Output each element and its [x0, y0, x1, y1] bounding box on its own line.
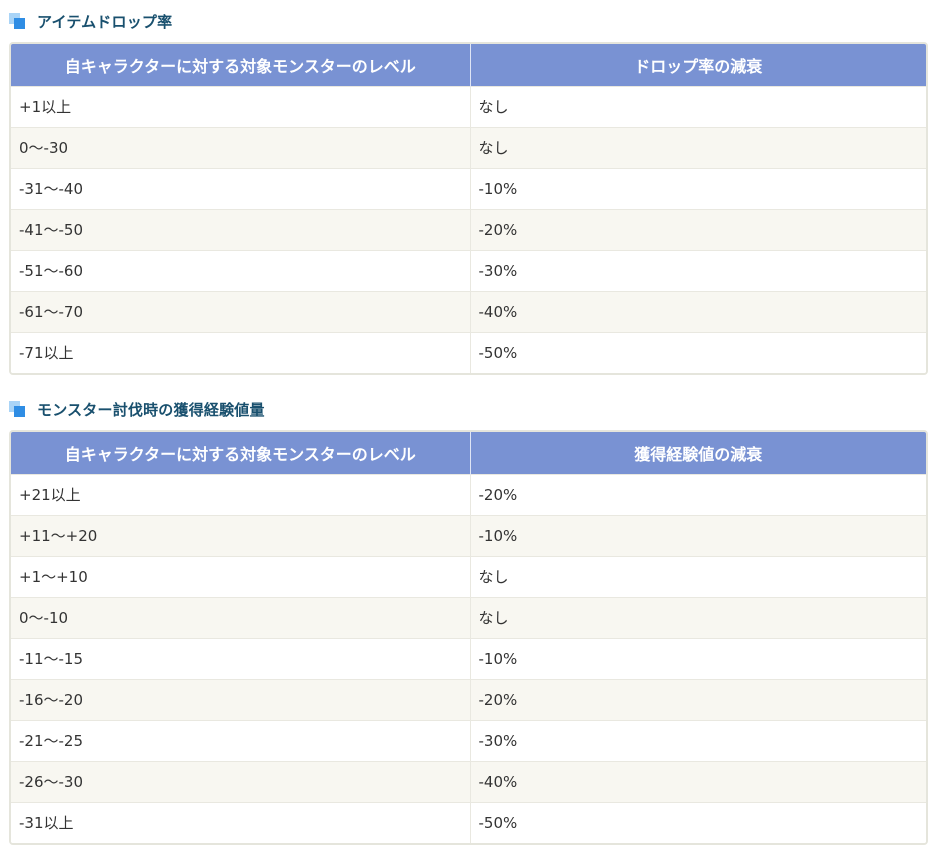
- stacked-squares-icon: [8, 11, 28, 31]
- cell-decay: なし: [470, 555, 926, 597]
- cell-decay: -20%: [470, 473, 926, 515]
- table-header-row: 自キャラクターに対する対象モンスターのレベル ドロップ率の減衰: [11, 44, 926, 86]
- column-header-level: 自キャラクターに対する対象モンスターのレベル: [11, 44, 471, 86]
- cell-level: -26〜-30: [11, 760, 471, 802]
- cell-level: 0〜-10: [11, 596, 471, 638]
- stacked-squares-icon: [8, 399, 28, 419]
- cell-level: -51〜-60: [11, 249, 471, 291]
- table-row: 0〜-30 なし: [11, 126, 926, 168]
- cell-decay: -10%: [470, 514, 926, 556]
- cell-level: -31以上: [11, 801, 471, 843]
- cell-decay: -30%: [470, 249, 926, 291]
- cell-decay: -50%: [470, 331, 926, 373]
- table-header-row: 自キャラクターに対する対象モンスターのレベル 獲得経験値の減衰: [11, 432, 926, 474]
- table-row: -26〜-30 -40%: [11, 760, 926, 802]
- cell-level: -11〜-15: [11, 637, 471, 679]
- cell-level: -71以上: [11, 331, 471, 373]
- cell-decay: -30%: [470, 719, 926, 761]
- cell-decay: -10%: [470, 637, 926, 679]
- cell-level: +11〜+20: [11, 514, 471, 556]
- cell-decay: なし: [470, 126, 926, 168]
- section-title-exp: モンスター討伐時の獲得経験値量: [8, 397, 265, 421]
- table-row: -31〜-40 -10%: [11, 167, 926, 209]
- table-row: -51〜-60 -30%: [11, 249, 926, 291]
- table-row: -16〜-20 -20%: [11, 678, 926, 720]
- cell-decay: -20%: [470, 678, 926, 720]
- cell-level: -41〜-50: [11, 208, 471, 250]
- section-title-text: アイテムドロップ率: [37, 12, 173, 31]
- cell-level: -61〜-70: [11, 290, 471, 332]
- table-row: +21以上 -20%: [11, 473, 926, 515]
- table-row: -11〜-15 -10%: [11, 637, 926, 679]
- cell-decay: なし: [470, 85, 926, 127]
- cell-level: +1〜+10: [11, 555, 471, 597]
- table-row: -71以上 -50%: [11, 331, 926, 373]
- exp-table: 自キャラクターに対する対象モンスターのレベル 獲得経験値の減衰 +21以上 -2…: [9, 430, 928, 845]
- cell-level: +1以上: [11, 85, 471, 127]
- table-row: -41〜-50 -20%: [11, 208, 926, 250]
- cell-decay: -40%: [470, 290, 926, 332]
- cell-decay: -50%: [470, 801, 926, 843]
- cell-decay: -40%: [470, 760, 926, 802]
- cell-decay: -20%: [470, 208, 926, 250]
- cell-level: -21〜-25: [11, 719, 471, 761]
- table-row: -31以上 -50%: [11, 801, 926, 843]
- cell-decay: なし: [470, 596, 926, 638]
- cell-level: -16〜-20: [11, 678, 471, 720]
- table-row: +11〜+20 -10%: [11, 514, 926, 556]
- table-row: -21〜-25 -30%: [11, 719, 926, 761]
- table-row: +1以上 なし: [11, 85, 926, 127]
- section-title-text: モンスター討伐時の獲得経験値量: [37, 400, 265, 419]
- column-header-level: 自キャラクターに対する対象モンスターのレベル: [11, 432, 471, 474]
- table-row: 0〜-10 なし: [11, 596, 926, 638]
- cell-level: +21以上: [11, 473, 471, 515]
- column-header-drop-decay: ドロップ率の減衰: [470, 44, 926, 86]
- section-title-item-drop: アイテムドロップ率: [8, 9, 172, 33]
- cell-level: -31〜-40: [11, 167, 471, 209]
- drop-rate-table: 自キャラクターに対する対象モンスターのレベル ドロップ率の減衰 +1以上 なし …: [9, 42, 928, 375]
- table-row: -61〜-70 -40%: [11, 290, 926, 332]
- column-header-exp-decay: 獲得経験値の減衰: [470, 432, 926, 474]
- cell-decay: -10%: [470, 167, 926, 209]
- table-row: +1〜+10 なし: [11, 555, 926, 597]
- cell-level: 0〜-30: [11, 126, 471, 168]
